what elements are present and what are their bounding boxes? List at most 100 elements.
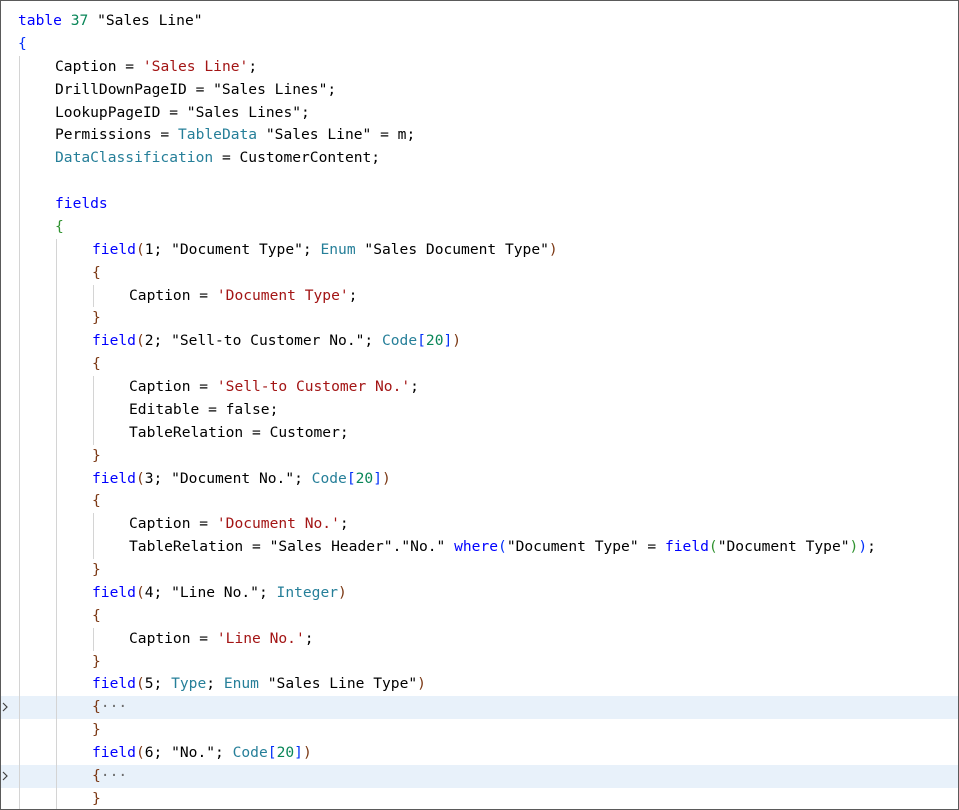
code-line[interactable]: DataClassification = CustomerContent;	[1, 147, 958, 171]
code-line[interactable]: Permissions = TableData "Sales Line" = m…	[1, 124, 958, 148]
code-text: {	[92, 353, 101, 376]
indent-guide	[56, 536, 57, 559]
code-text: Caption = 'Sell-to Customer No.';	[129, 376, 419, 399]
code-line[interactable]: LookupPageID = "Sales Lines";	[1, 101, 958, 125]
code-token: )	[382, 469, 391, 487]
code-line[interactable]: }	[1, 719, 958, 742]
code-line[interactable]: {	[1, 490, 958, 514]
indent-guide	[19, 238, 20, 262]
code-text: {···	[92, 696, 127, 719]
code-text: Editable = false;	[129, 399, 278, 422]
code-line[interactable]: Caption = 'Sell-to Customer No.';	[1, 376, 958, 399]
code-token: 20	[425, 332, 444, 350]
code-line[interactable]: {	[1, 215, 958, 239]
indent-guide	[19, 398, 20, 422]
code-token: 1; "Document Type";	[144, 240, 321, 258]
code-line[interactable]: }	[1, 444, 958, 468]
code-line[interactable]: field(5; Type; Enum "Sales Line Type")	[1, 673, 958, 697]
code-token: Type	[171, 675, 207, 693]
code-text: {	[92, 490, 101, 513]
indent-guide	[19, 536, 20, 559]
code-line[interactable]: Caption = 'Document Type';	[1, 284, 958, 308]
code-token: )	[858, 538, 868, 556]
code-line[interactable]: }	[1, 307, 958, 331]
editor-text-area[interactable]: table 37 "Sales Line"{Caption = 'Sales L…	[1, 10, 958, 809]
code-token: 6; "No.";	[144, 744, 233, 761]
code-text: {	[55, 216, 64, 239]
indent-guide	[19, 170, 20, 193]
code-line[interactable]: {	[1, 604, 958, 628]
code-token: (	[135, 332, 145, 350]
code-line[interactable]	[1, 170, 958, 193]
indent-guide	[56, 330, 57, 354]
code-text: }	[92, 559, 101, 582]
code-token: table	[18, 12, 62, 29]
code-line[interactable]: TableRelation = Customer;	[1, 421, 958, 445]
code-line[interactable]: TableRelation = "Sales Header"."No." whe…	[1, 536, 958, 559]
code-text: field(2; "Sell-to Customer No."; Code[20…	[92, 330, 461, 353]
fold-chevron-icon[interactable]	[1, 770, 10, 782]
code-line[interactable]: field(2; "Sell-to Customer No."; Code[20…	[1, 330, 958, 354]
code-line[interactable]: }	[1, 559, 958, 582]
code-line[interactable]: Caption = 'Line No.';	[1, 627, 958, 651]
code-line[interactable]: {	[1, 353, 958, 376]
code-line[interactable]: Editable = false;	[1, 398, 958, 422]
indent-guide	[19, 559, 20, 582]
code-token: Permissions =	[55, 126, 179, 144]
code-token: 2; "Sell-to Customer No.";	[144, 332, 382, 350]
code-line[interactable]: field(4; "Line No."; Integer)	[1, 581, 958, 605]
code-line[interactable]: table 37 "Sales Line"	[1, 10, 958, 33]
code-line[interactable]: field(3; "Document No."; Code[20])	[1, 467, 958, 491]
indent-guide	[19, 787, 20, 809]
indent-guide	[19, 284, 20, 308]
code-token: {	[92, 766, 101, 784]
code-token: 'Line No.'	[216, 629, 305, 647]
indent-guide	[19, 124, 20, 148]
code-token: (	[135, 583, 145, 601]
code-token: }	[92, 309, 101, 327]
indent-guide	[56, 467, 57, 491]
code-line[interactable]: }	[1, 787, 958, 809]
code-line[interactable]: DrillDownPageID = "Sales Lines";	[1, 78, 958, 102]
code-token: Caption =	[129, 515, 217, 533]
code-token: )	[849, 538, 859, 556]
code-token: {	[92, 606, 101, 624]
code-line[interactable]: {···	[1, 696, 958, 720]
code-token: (	[135, 240, 145, 258]
code-line[interactable]: {···	[1, 764, 958, 788]
code-token: )	[302, 744, 312, 761]
code-line[interactable]: }	[1, 650, 958, 674]
fold-chevron-icon[interactable]	[1, 701, 10, 713]
indent-guide	[19, 78, 20, 102]
indent-guide	[19, 467, 20, 491]
code-token: "Sales Line" = m;	[257, 126, 416, 144]
indent-guide	[56, 696, 57, 720]
code-token: TableRelation = "Sales Header"."No."	[129, 538, 455, 556]
code-text: field(5; Type; Enum "Sales Line Type")	[92, 673, 426, 696]
code-token: field	[92, 469, 136, 487]
indent-guide	[93, 536, 94, 559]
indent-guide	[19, 421, 20, 445]
code-token: field	[92, 744, 136, 761]
code-token: (	[135, 469, 145, 487]
code-token: ;	[867, 538, 876, 556]
code-editor[interactable]: table 37 "Sales Line"{Caption = 'Sales L…	[0, 0, 959, 810]
code-token: Caption =	[129, 629, 217, 647]
code-token: [	[417, 332, 426, 350]
code-line[interactable]: fields	[1, 193, 958, 216]
code-token: = CustomerContent;	[213, 149, 381, 167]
indent-guide	[19, 444, 20, 468]
indent-guide	[19, 650, 20, 674]
indent-guide	[56, 490, 57, 514]
indent-guide	[56, 559, 57, 582]
code-token: }	[92, 446, 101, 464]
code-line[interactable]: field(1; "Document Type"; Enum "Sales Do…	[1, 238, 958, 262]
indent-guide	[56, 627, 57, 651]
code-line[interactable]: field(6; "No."; Code[20])	[1, 742, 958, 765]
code-line[interactable]: {	[1, 33, 958, 56]
code-line[interactable]: Caption = 'Document No.';	[1, 513, 958, 537]
code-line[interactable]: {	[1, 261, 958, 285]
code-token: 'Sales Line'	[142, 57, 249, 75]
code-line[interactable]: Caption = 'Sales Line';	[1, 55, 958, 79]
